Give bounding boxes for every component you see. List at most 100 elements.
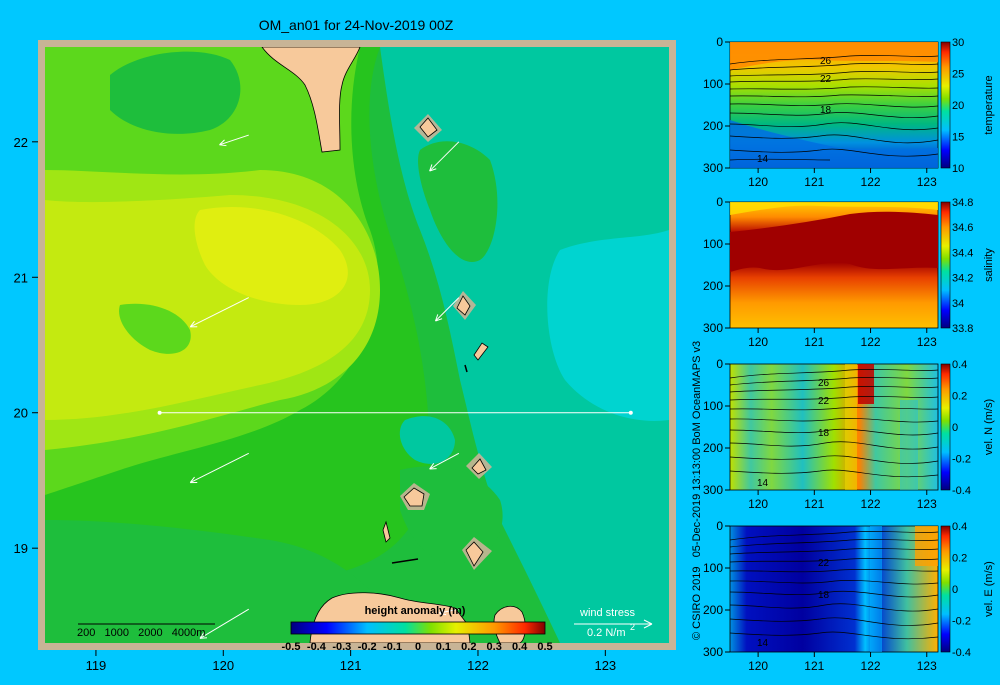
map-x-tick-label: 120 bbox=[212, 658, 234, 673]
map-panel: 200 1000 2000 4000m wind stress 0.2 N/m … bbox=[14, 40, 676, 673]
section-x-tick-label: 123 bbox=[917, 175, 937, 189]
map-colorbar-tick-label: 0.3 bbox=[487, 641, 502, 653]
wind-stress-scale-superscript: 2 bbox=[630, 622, 635, 632]
map-colorbar-tick-label: -0.4 bbox=[307, 641, 327, 653]
section-x-tick-label: 120 bbox=[748, 335, 768, 349]
section-y-tick-label: 300 bbox=[703, 161, 723, 175]
section-colorbar-tick-label: -0.2 bbox=[952, 616, 971, 628]
figure-root: OM_an01 for 24-Nov-2019 00Z 200 1000 200… bbox=[0, 0, 1000, 680]
section-y-tick-label: 100 bbox=[703, 399, 723, 413]
map-y-tick-label: 20 bbox=[14, 406, 28, 421]
section-x-tick-label: 120 bbox=[748, 659, 768, 673]
wind-stress-label: wind stress bbox=[579, 607, 636, 619]
section-y-tick-label: 300 bbox=[703, 321, 723, 335]
section-x-tick-label: 123 bbox=[917, 659, 937, 673]
section-colorbar-tick-label: 0 bbox=[952, 584, 958, 596]
section-colorbar-tick-label: 10 bbox=[952, 163, 964, 175]
section-colorbar-tick-label: 0.4 bbox=[952, 521, 967, 533]
vel-n-contour-label-1: 26 bbox=[818, 378, 830, 389]
section-line-start bbox=[157, 410, 162, 415]
section-y-tick-label: 100 bbox=[703, 237, 723, 251]
map-x-tick-label: 123 bbox=[594, 658, 616, 673]
vel-e-cyan-streak bbox=[870, 526, 882, 652]
section-colorbar bbox=[940, 41, 951, 169]
vel-e-contour-label-2: 18 bbox=[818, 590, 830, 601]
vel-n-red-streak bbox=[858, 364, 874, 404]
section-x-tick-label: 122 bbox=[861, 659, 881, 673]
section-colorbar-tick-label: 0.2 bbox=[952, 391, 967, 403]
section-colorbar-tick-label: -0.4 bbox=[952, 647, 971, 659]
section-x-tick-label: 121 bbox=[804, 659, 824, 673]
section-colorbar-tick-label: 25 bbox=[952, 69, 964, 81]
section-colorbar-tick-label: 15 bbox=[952, 132, 964, 144]
map-y-tick-label: 19 bbox=[14, 541, 28, 556]
vel-n-contour-label-2: 22 bbox=[818, 396, 830, 407]
section-x-tick-label: 120 bbox=[748, 497, 768, 511]
section-x-tick-label: 122 bbox=[861, 335, 881, 349]
map-y-tick-label: 21 bbox=[14, 270, 28, 285]
section-y-tick-label: 0 bbox=[716, 357, 723, 371]
map-colorbar-tick-label: 0.2 bbox=[461, 641, 476, 653]
section-colorbar-tick-label: 0.2 bbox=[952, 553, 967, 565]
section-y-tick-label: 200 bbox=[703, 441, 723, 455]
section-y-tick-label: 200 bbox=[703, 279, 723, 293]
map-colorbar-tick-label: 0 bbox=[415, 641, 421, 653]
vel-n-contour-label-4: 14 bbox=[757, 478, 769, 489]
section-y-tick-label: 0 bbox=[716, 35, 723, 49]
temperature-contour-label-3: 18 bbox=[820, 105, 832, 116]
section-colorbar-tick-label: -0.2 bbox=[952, 454, 971, 466]
section-colorbar-label: vel. N (m/s) bbox=[983, 399, 995, 455]
section-x-tick-label: 120 bbox=[748, 175, 768, 189]
section-colorbar bbox=[940, 525, 951, 653]
section-colorbar-tick-label: 34 bbox=[952, 298, 964, 310]
section-y-tick-label: 100 bbox=[703, 77, 723, 91]
temperature-panel: 26 22 18 14 bbox=[729, 41, 939, 169]
section-x-tick-label: 122 bbox=[861, 497, 881, 511]
map-colorbar-label: height anomaly (m) bbox=[365, 605, 466, 617]
credit-text: © CSIRO 2019 05-Dec-2019 13:13:00 BoM Oc… bbox=[691, 341, 703, 640]
temperature-contour-label-4: 14 bbox=[757, 154, 769, 165]
map-field-nw-green bbox=[110, 51, 241, 134]
figure-title: OM_an01 for 24-Nov-2019 00Z bbox=[259, 17, 454, 33]
section-x-tick-label: 121 bbox=[804, 497, 824, 511]
section-colorbar-tick-label: 34.4 bbox=[952, 247, 973, 259]
vel-e-contour-label-3: 14 bbox=[757, 638, 769, 649]
section-colorbar-tick-label: 33.8 bbox=[952, 323, 973, 335]
vel-e-panel: 22 18 14 bbox=[729, 525, 939, 653]
temperature-contour-label-2: 22 bbox=[820, 74, 832, 85]
map-colorbar-tick-label: 0.4 bbox=[512, 641, 528, 653]
section-colorbar-label: vel. E (m/s) bbox=[983, 561, 995, 617]
section-x-tick-label: 121 bbox=[804, 175, 824, 189]
section-y-tick-label: 200 bbox=[703, 119, 723, 133]
vel-n-contour-label-3: 18 bbox=[818, 428, 830, 439]
section-y-tick-label: 0 bbox=[716, 519, 723, 533]
section-line-end bbox=[628, 410, 633, 415]
map-colorbar bbox=[290, 621, 546, 635]
map-colorbar-tick-label: -0.3 bbox=[332, 641, 351, 653]
section-y-tick-label: 200 bbox=[703, 603, 723, 617]
section-colorbar-tick-label: 34.6 bbox=[952, 222, 973, 234]
section-x-tick-label: 123 bbox=[917, 335, 937, 349]
map-colorbar-tick-label: -0.5 bbox=[282, 641, 301, 653]
section-colorbar-tick-label: 34.8 bbox=[952, 197, 973, 209]
section-colorbar bbox=[940, 363, 951, 491]
section-colorbar-label: salinity bbox=[983, 248, 995, 282]
vel-e-contour-label-1: 22 bbox=[818, 558, 830, 569]
section-y-tick-label: 300 bbox=[703, 483, 723, 497]
section-y-tick-label: 0 bbox=[716, 195, 723, 209]
map-colorbar-tick-label: -0.1 bbox=[383, 641, 402, 653]
depth-scale-label: 200 1000 2000 4000m bbox=[77, 627, 205, 639]
section-x-tick-label: 123 bbox=[917, 497, 937, 511]
section-colorbar-tick-label: 20 bbox=[952, 100, 964, 112]
section-x-tick-label: 122 bbox=[861, 175, 881, 189]
salinity-panel bbox=[729, 201, 939, 329]
section-colorbar-tick-label: -0.4 bbox=[952, 485, 971, 497]
temperature-contour-label-1: 26 bbox=[820, 56, 832, 67]
map-y-tick-label: 22 bbox=[14, 135, 28, 150]
section-y-tick-label: 300 bbox=[703, 645, 723, 659]
map-x-tick-label: 121 bbox=[340, 658, 362, 673]
wind-stress-scale-label: 0.2 N/m bbox=[587, 627, 626, 639]
section-x-tick-label: 121 bbox=[804, 335, 824, 349]
section-colorbar-tick-label: 34.2 bbox=[952, 273, 973, 285]
section-y-tick-label: 100 bbox=[703, 561, 723, 575]
